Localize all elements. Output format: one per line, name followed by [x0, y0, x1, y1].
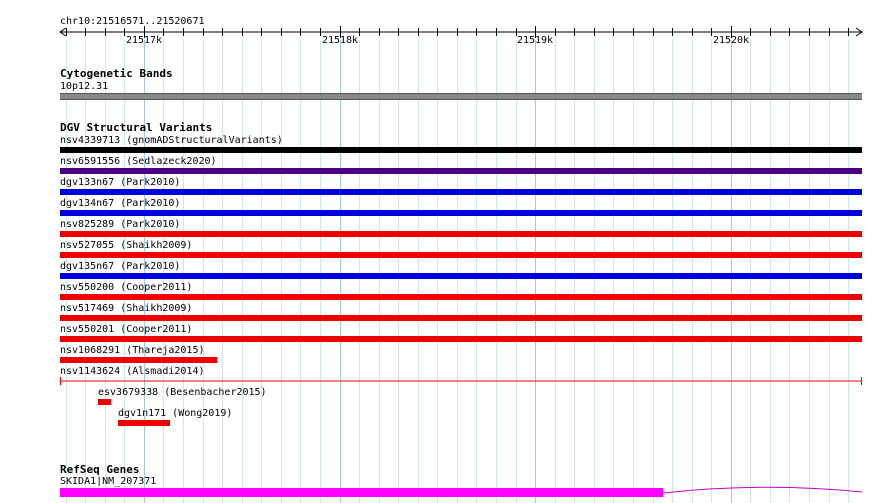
- variant-bar[interactable]: [60, 189, 862, 195]
- variant-bar[interactable]: [60, 315, 862, 321]
- ruler-tick-label: 21517k: [125, 35, 163, 46]
- variant-bar[interactable]: [60, 252, 862, 258]
- variant-bar[interactable]: [60, 357, 217, 363]
- variant-bar[interactable]: [118, 420, 170, 426]
- variant-label: dgv133n67 (Park2010): [60, 177, 181, 188]
- cytoband-bar[interactable]: [60, 93, 862, 100]
- dgv-track-title: DGV Structural Variants: [60, 121, 213, 134]
- ruler-tick-label: 21518k: [321, 35, 359, 46]
- variant-bar[interactable]: [60, 231, 862, 237]
- variant-label: dgv135n67 (Park2010): [60, 261, 181, 272]
- refseq-track-title: RefSeq Genes: [60, 463, 140, 476]
- gene-intron-line[interactable]: [663, 484, 863, 498]
- variant-label: nsv527055 (Shaikh2009): [60, 240, 193, 251]
- ruler-tick-label: 21520k: [712, 35, 750, 46]
- variant-label: nsv1068291 (Thareja2015): [60, 345, 205, 356]
- cytoband-label: 10p12.31: [60, 81, 109, 92]
- variant-bar[interactable]: [98, 399, 111, 405]
- variant-label: dgv1n171 (Wong2019): [118, 408, 233, 419]
- variant-label: nsv4339713 (gnomADStructuralVariants): [60, 135, 283, 146]
- variant-bar[interactable]: [60, 294, 862, 300]
- variant-label: esv3679338 (Besenbacher2015): [98, 387, 267, 398]
- variant-label: nsv550201 (Cooper2011): [60, 324, 193, 335]
- ruler-tick-label: 21519k: [516, 35, 554, 46]
- variant-bar[interactable]: [60, 168, 862, 174]
- variant-label: nsv517469 (Shaikh2009): [60, 303, 193, 314]
- variant-bar[interactable]: [60, 273, 862, 279]
- gene-label: SKIDA1|NM_207371: [60, 476, 157, 487]
- gene-exon-bar[interactable]: [60, 488, 663, 497]
- variant-label: nsv825289 (Park2010): [60, 219, 181, 230]
- variant-bar[interactable]: [60, 210, 862, 216]
- variant-bar[interactable]: [60, 336, 862, 342]
- variant-interval-line[interactable]: [60, 376, 863, 386]
- cytoband-track-title: Cytogenetic Bands: [60, 67, 173, 80]
- variant-label: nsv550200 (Cooper2011): [60, 282, 193, 293]
- variant-bar[interactable]: [60, 147, 862, 153]
- variant-label: nsv6591556 (Sedlazeck2020): [60, 156, 217, 167]
- variant-label: dgv134n67 (Park2010): [60, 198, 181, 209]
